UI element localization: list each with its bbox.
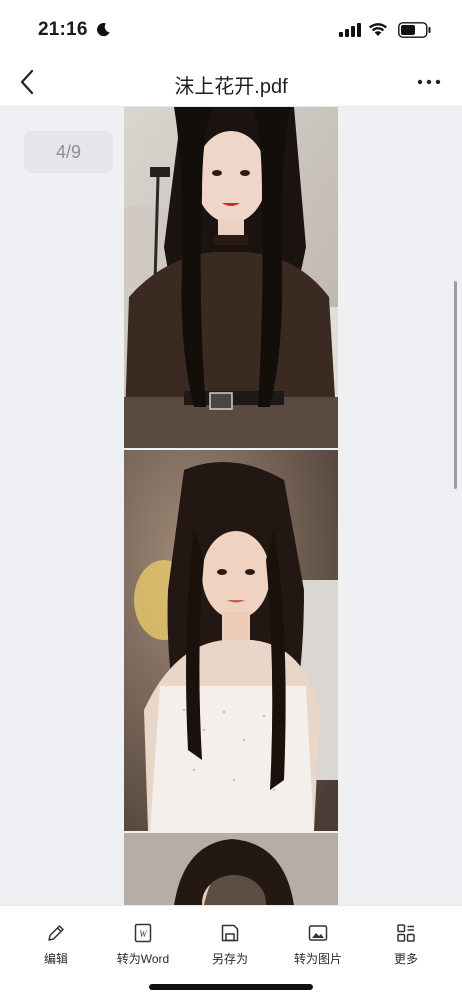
cellular-signal-icon (339, 23, 361, 37)
pdf-page-photo (124, 107, 338, 448)
more-button[interactable] (412, 68, 446, 96)
edit-label: 编辑 (43, 952, 68, 966)
status-time: 21:16 (38, 19, 88, 40)
status-bar: 21:16 (0, 0, 462, 58)
pdf-viewer[interactable]: 4/9 (0, 107, 462, 905)
ellipsis-icon (417, 79, 441, 85)
grid-more-icon (397, 924, 415, 942)
pencil-icon (48, 925, 64, 941)
page-title: 沫上花开.pdf (174, 76, 288, 98)
convert-to-word-button[interactable]: W 转为Word (107, 922, 179, 968)
pdf-page-photo (124, 450, 338, 831)
convert-to-image-button[interactable]: 转为图片 (282, 922, 354, 968)
home-indicator[interactable] (149, 984, 313, 990)
image-icon (308, 925, 328, 941)
convert-to-word-label: 转为Word (116, 952, 170, 966)
save-as-label: 另存为 (211, 952, 248, 966)
save-as-button[interactable]: 另存为 (194, 922, 266, 968)
nav-bar: 沫上花开.pdf (0, 58, 462, 107)
page-indicator: 4/9 (24, 131, 113, 173)
edit-button[interactable]: 编辑 (20, 922, 92, 968)
save-icon (221, 924, 239, 942)
word-file-icon: W (134, 923, 152, 943)
battery-icon (398, 22, 431, 38)
more-options-label: 更多 (393, 952, 418, 966)
convert-to-image-label: 转为图片 (293, 952, 342, 966)
wifi-icon (369, 23, 387, 36)
svg-text:W: W (139, 929, 148, 939)
moon-icon (97, 23, 110, 37)
scrollbar[interactable] (454, 281, 457, 489)
pdf-page-photo (124, 833, 338, 905)
more-options-button[interactable]: 更多 (370, 922, 442, 968)
